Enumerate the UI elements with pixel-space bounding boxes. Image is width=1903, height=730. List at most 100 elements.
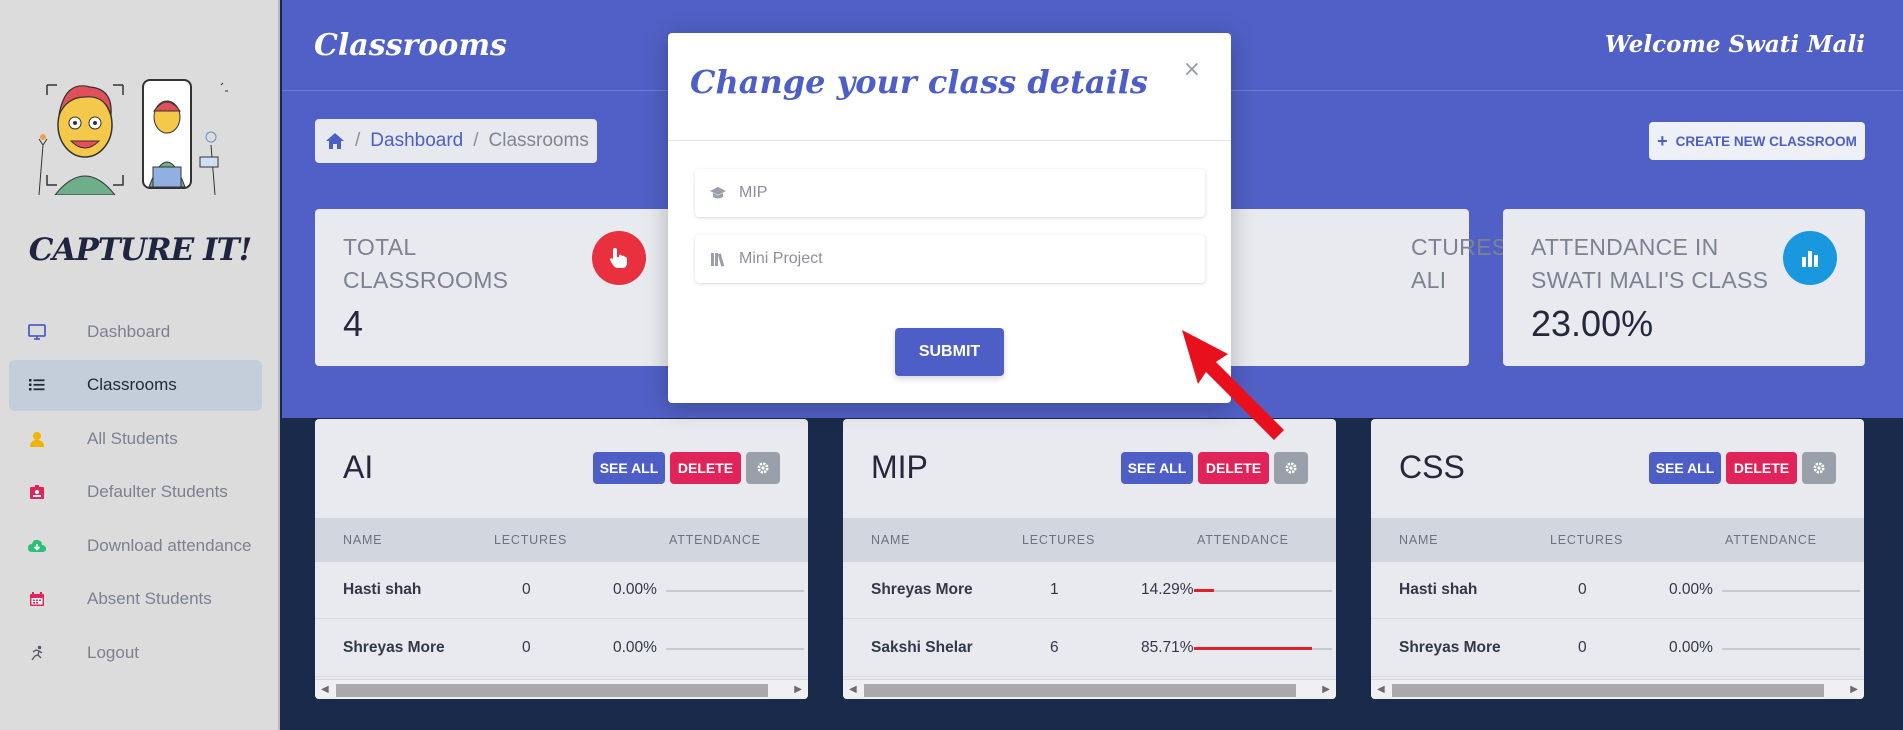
breadcrumb-dashboard-link[interactable]: Dashboard <box>370 130 463 152</box>
scroll-thumb[interactable] <box>864 684 1296 697</box>
subject-field[interactable] <box>695 235 1205 283</box>
classroom-card-css: CSS SEE ALL DELETE NAME LECTURES ATTENDA… <box>1371 419 1864 699</box>
table-header: NAME LECTURES ATTENDANCE <box>315 518 808 562</box>
create-classroom-label: CREATE NEW CLASSROOM <box>1675 133 1857 149</box>
scroll-right-icon[interactable]: ▶ <box>794 684 802 695</box>
student-name: Sakshi Shelar <box>871 639 973 656</box>
delete-button[interactable]: DELETE <box>1198 452 1269 484</box>
scroll-left-icon[interactable]: ◀ <box>1377 684 1385 695</box>
sidebar-item-label: Defaulter Students <box>87 482 228 501</box>
student-name: Hasti shah <box>343 581 422 598</box>
scroll-right-icon[interactable]: ▶ <box>1322 684 1330 695</box>
gear-icon[interactable] <box>1274 452 1308 484</box>
list-icon <box>26 374 48 396</box>
sidebar-item-download-attendance[interactable]: Download attendance <box>9 520 262 571</box>
classroom-card-mip: MIP SEE ALL DELETE NAME LECTURES ATTENDA… <box>843 419 1336 699</box>
column-header-lectures: LECTURES <box>1550 533 1624 547</box>
column-header-attendance: ATTENDANCE <box>1725 533 1817 547</box>
sidebar-item-classrooms[interactable]: Classrooms <box>9 359 262 411</box>
attendance-percent: 0.00% <box>1669 581 1713 598</box>
card-actions: SEE ALL DELETE <box>1121 452 1308 484</box>
scroll-thumb[interactable] <box>1392 684 1824 697</box>
student-name: Hasti shah <box>1399 581 1478 598</box>
sidebar-item-label: All Students <box>87 428 178 448</box>
scroll-thumb[interactable] <box>336 684 768 697</box>
id-card-icon <box>26 481 48 503</box>
attendance-percent: 0.00% <box>613 639 657 656</box>
gear-icon[interactable] <box>746 452 780 484</box>
class-name-input[interactable] <box>739 184 1179 202</box>
hand-pointer-icon <box>592 231 646 285</box>
delete-button[interactable]: DELETE <box>670 452 741 484</box>
sidebar-item-label: Dashboard <box>87 321 171 341</box>
chart-bar-icon <box>1783 231 1837 285</box>
column-header-name: NAME <box>1399 533 1439 547</box>
scroll-right-icon[interactable]: ▶ <box>1850 684 1858 695</box>
table-row: Shreyas More 1 14.29% <box>843 562 1336 619</box>
sidebar-item-all-students[interactable]: All Students <box>9 413 262 464</box>
see-all-button[interactable]: SEE ALL <box>593 452 665 484</box>
books-icon <box>709 250 727 268</box>
lectures-count: 0 <box>522 581 531 598</box>
classroom-title: CSS <box>1399 449 1465 485</box>
horizontal-scrollbar[interactable]: ◀ ▶ <box>315 679 808 699</box>
see-all-button[interactable]: SEE ALL <box>1649 452 1721 484</box>
column-header-lectures: LECTURES <box>1022 533 1096 547</box>
column-header-name: NAME <box>343 533 383 547</box>
attendance-progress-bar <box>666 648 804 650</box>
attendance-percent: 85.71% <box>1141 639 1194 656</box>
attendance-progress-fill <box>1194 647 1313 650</box>
modal-title: Change your class details <box>690 63 1148 101</box>
stat-card-attendance: ATTENDANCE IN SWATI MALI'S CLASS 23.00% <box>1503 209 1865 366</box>
attendance-progress-fill <box>1194 589 1214 592</box>
gear-icon[interactable] <box>1802 452 1836 484</box>
student-name: Shreyas More <box>343 639 445 656</box>
edit-class-modal: Change your class details × SUBMIT <box>668 33 1231 403</box>
brand-name: CAPTURE IT! <box>28 232 253 268</box>
subject-input[interactable] <box>739 250 1179 268</box>
sidebar-item-defaulter-students[interactable]: Defaulter Students <box>9 467 262 518</box>
breadcrumb: / Dashboard / Classrooms <box>315 119 597 163</box>
lectures-count: 0 <box>1578 639 1587 656</box>
logo-illustration <box>38 79 228 195</box>
plus-icon: + <box>1657 130 1668 151</box>
graduation-cap-icon <box>709 184 727 202</box>
breadcrumb-current: Classrooms <box>488 130 589 151</box>
sidebar-item-label: Classrooms <box>87 375 177 394</box>
delete-button[interactable]: DELETE <box>1726 452 1797 484</box>
attendance-percent: 14.29% <box>1141 581 1194 598</box>
table-header: NAME LECTURES ATTENDANCE <box>1371 518 1864 562</box>
sidebar: CAPTURE IT! Dashboard Classrooms All Stu… <box>0 0 280 730</box>
cloud-download-icon <box>26 535 48 557</box>
close-icon[interactable]: × <box>1183 57 1201 82</box>
welcome-message: Welcome Swati Mali <box>1604 31 1865 58</box>
lectures-count: 0 <box>522 639 531 656</box>
lectures-count: 6 <box>1050 639 1059 656</box>
annotation-arrow-icon <box>1182 330 1284 440</box>
scroll-left-icon[interactable]: ◀ <box>849 684 857 695</box>
breadcrumb-separator: / <box>473 130 479 151</box>
classroom-title: AI <box>343 449 374 485</box>
column-header-attendance: ATTENDANCE <box>1197 533 1289 547</box>
sidebar-item-logout[interactable]: Logout <box>9 627 262 678</box>
running-icon <box>26 642 48 664</box>
horizontal-scrollbar[interactable]: ◀ ▶ <box>1371 679 1864 699</box>
lectures-count: 0 <box>1578 581 1587 598</box>
scroll-left-icon[interactable]: ◀ <box>321 684 329 695</box>
horizontal-scrollbar[interactable]: ◀ ▶ <box>843 679 1336 699</box>
modal-divider <box>668 140 1231 141</box>
sidebar-item-dashboard[interactable]: Dashboard <box>9 306 262 357</box>
attendance-percent: 0.00% <box>1669 639 1713 656</box>
stat-label: TOTAL CLASSROOMS <box>343 231 508 297</box>
sidebar-item-label: Absent Students <box>87 589 212 608</box>
table-row: Shreyas More 0 0.00% <box>1371 620 1864 677</box>
create-classroom-button[interactable]: + CREATE NEW CLASSROOM <box>1649 122 1865 160</box>
table-header: NAME LECTURES ATTENDANCE <box>843 518 1336 562</box>
sidebar-item-absent-students[interactable]: Absent Students <box>9 574 262 625</box>
see-all-button[interactable]: SEE ALL <box>1121 452 1193 484</box>
attendance-progress-bar <box>666 590 804 592</box>
sidebar-nav: Dashboard Classrooms All Students Defaul… <box>9 306 262 681</box>
class-name-field[interactable] <box>695 169 1205 217</box>
submit-button[interactable]: SUBMIT <box>895 328 1004 376</box>
home-icon[interactable] <box>325 132 345 150</box>
